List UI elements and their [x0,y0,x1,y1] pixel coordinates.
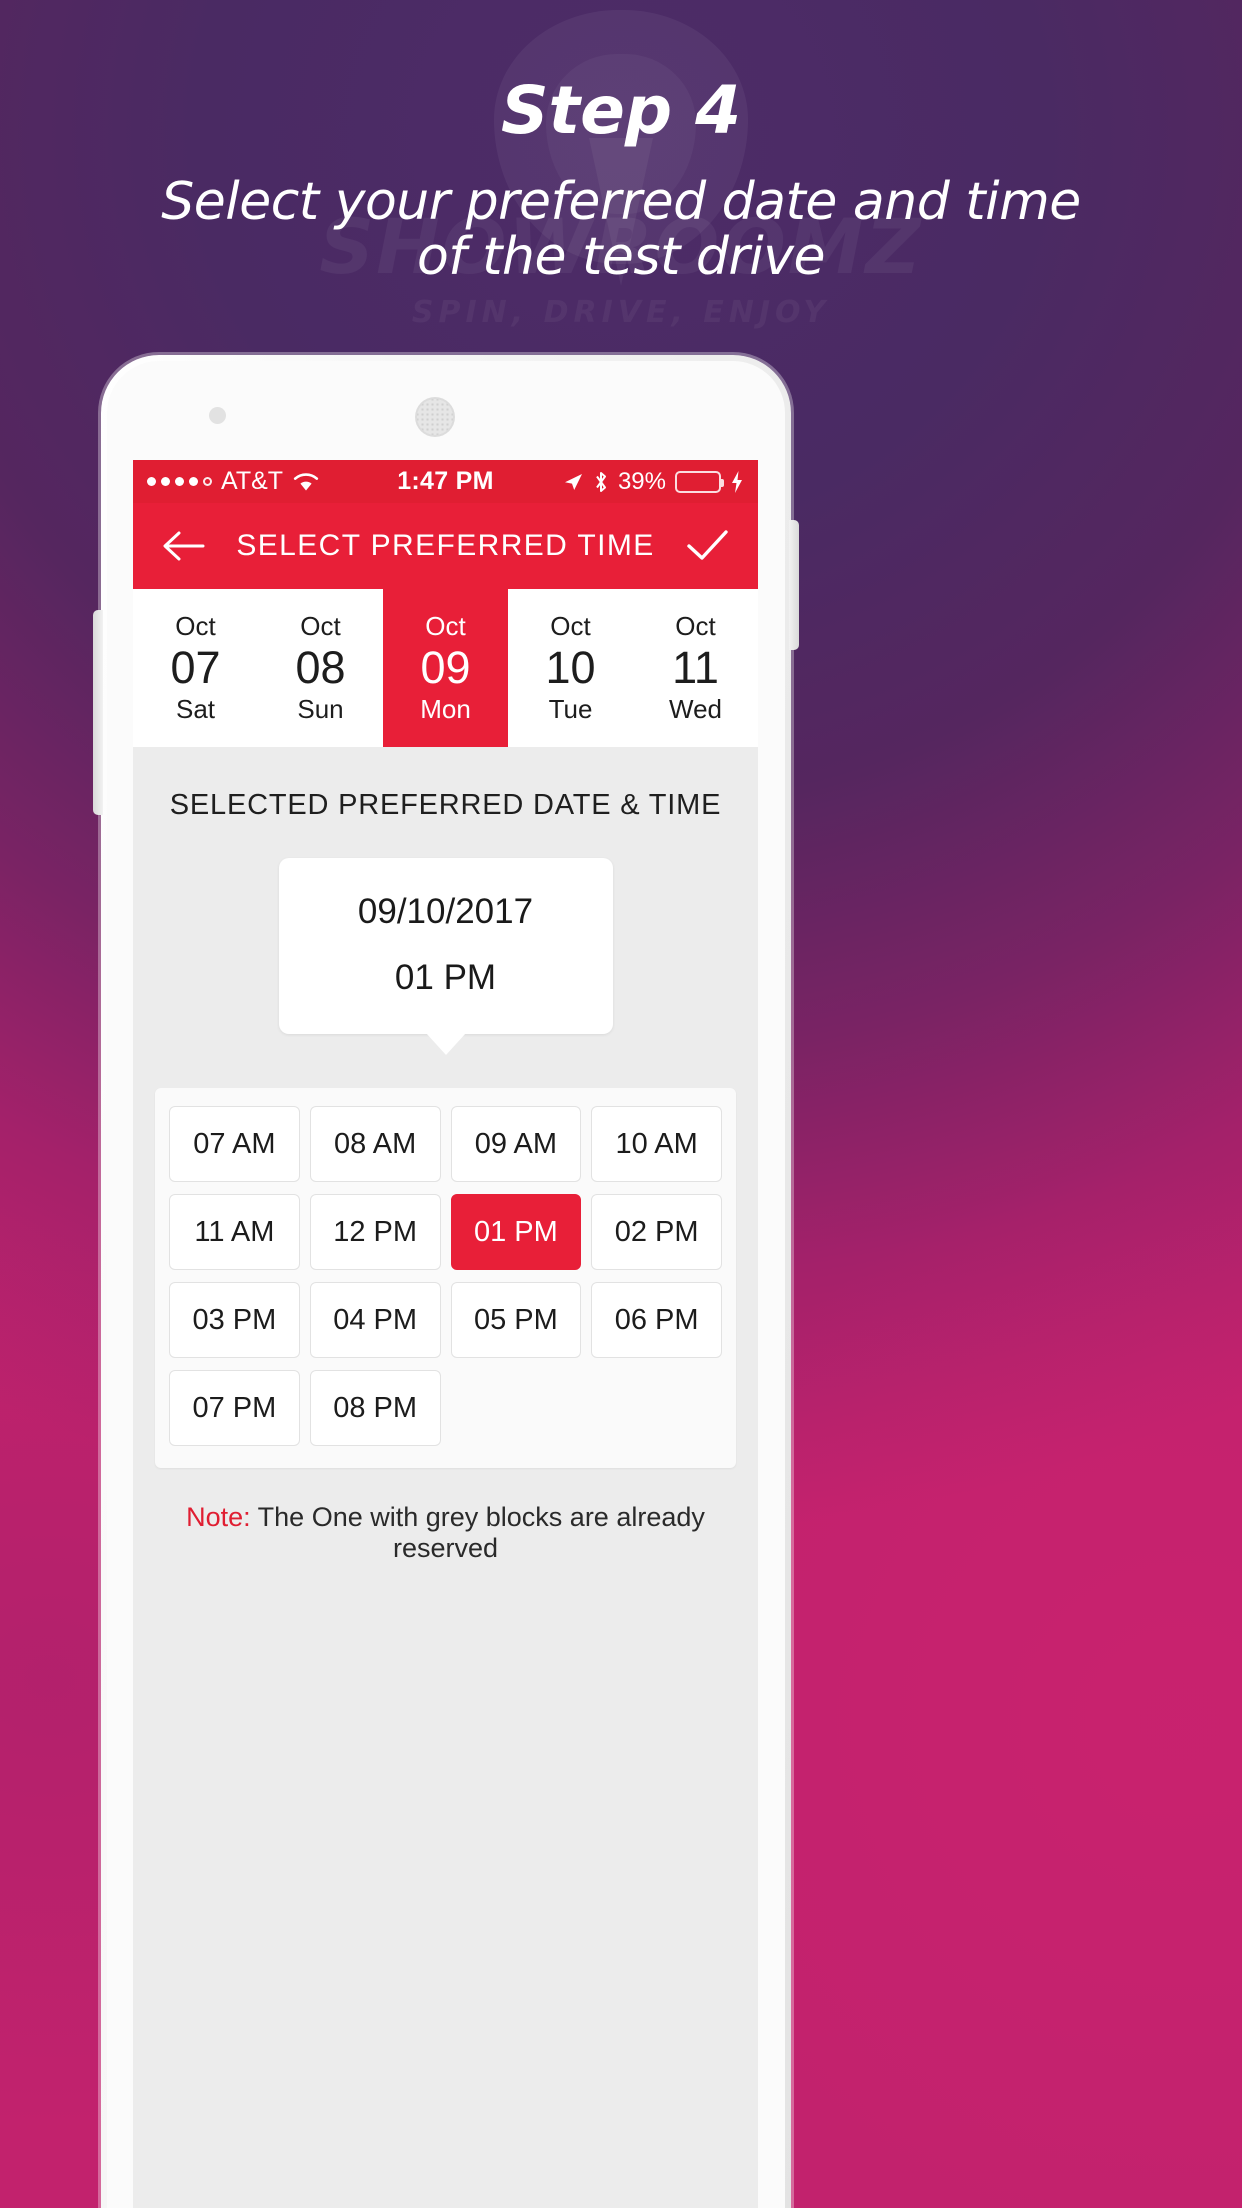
watermark-tagline-text: SPIN, DRIVE, ENJOY [411,295,831,330]
bubble-tail [425,1033,466,1055]
time-slot[interactable]: 07 AM [169,1106,300,1182]
footer-note-text: The One with grey blocks are already res… [250,1502,705,1563]
selection-heading: SELECTED PREFERRED DATE & TIME [169,789,722,821]
date-cell-month: Oct [175,611,216,642]
status-bar-left: AT&T [147,467,397,496]
date-strip[interactable]: Oct 07 Sat Oct 08 Sun Oct 09 Mon Oct 10 Tue Oct 11 Wed [133,589,758,747]
footer-note-label: Note: [186,1502,251,1532]
page-subtitle-line-1: Select your preferred date and time [161,172,1081,232]
charging-bolt-icon [732,470,742,493]
date-cell[interactable]: Oct 09 Mon [383,589,508,747]
time-slot[interactable]: 10 AM [591,1106,722,1182]
phone-screen: AT&T 1:47 PM 39% SELECT PREFERRED TIME O… [133,460,758,2208]
date-cell-month: Oct [675,611,716,642]
time-slot[interactable]: 08 PM [309,1370,441,1446]
date-cell-day: 08 [295,642,346,694]
date-cell[interactable]: Oct 07 Sat [133,589,258,747]
page-subtitle-line-2: of the test drive [416,227,826,288]
date-cell-day: 07 [170,642,221,694]
selected-datetime-bubble: 09/10/2017 01 PM [278,858,613,1055]
volume-button[interactable] [93,610,103,815]
date-cell-month: Oct [300,611,341,642]
date-cell-day: 11 [672,642,719,694]
date-cell[interactable]: Oct 11 Wed [633,589,758,747]
location-arrow-icon [564,473,582,490]
date-cell-day: 10 [545,642,596,694]
time-slots-grid[interactable]: 07 AM 08 AM 09 AM 10 AM 11 AM 12 PM 01 PM 02 PM… [169,1106,722,1446]
date-cell-month: Oct [550,611,591,642]
bluetooth-icon [596,471,606,492]
battery-percent-label: 39% [617,467,666,495]
wifi-icon [293,472,319,490]
time-slot[interactable]: 06 PM [591,1282,722,1358]
page-subtitle: Select your preferred date and time of t… [0,172,1242,288]
screen-content: SELECTED PREFERRED DATE & TIME 09/10/201… [133,747,758,2208]
time-slot[interactable]: 09 AM [450,1106,582,1182]
app-bar-title: SELECT PREFERRED TIME [236,529,655,562]
battery-icon [675,470,724,493]
proximity-sensor-icon [209,407,226,424]
earpiece-speaker-icon [415,397,455,437]
selected-time-value: 01 PM [394,958,497,997]
clock-label: 1:47 PM [397,467,494,495]
date-cell[interactable]: Oct 08 Sun [258,589,383,747]
arrow-left-icon[interactable] [161,526,207,566]
app-bar: SELECT PREFERRED TIME [133,503,758,589]
date-cell-weekday: Mon [420,693,471,724]
selected-date-value: 09/10/2017 [357,892,534,931]
promo-background: SHOWROOMZ SPIN, DRIVE, ENJOY Step 4 Sele… [0,0,1242,2208]
signal-strength-icon [147,477,212,486]
date-cell-weekday: Sat [175,693,216,724]
check-icon[interactable] [684,526,730,566]
carrier-label: AT&T [221,467,284,495]
date-cell-month: Oct [425,611,466,642]
time-slot[interactable]: 02 PM [591,1194,722,1270]
date-cell-weekday: Sun [297,693,344,724]
time-slot[interactable]: 01 PM [450,1194,582,1270]
phone-mockup: AT&T 1:47 PM 39% SELECT PREFERRED TIME O… [93,355,799,2208]
time-slot[interactable]: 12 PM [309,1194,441,1270]
time-slot[interactable]: 04 PM [309,1282,441,1358]
date-cell-weekday: Tue [548,693,593,724]
footer-note: Note: The One with grey blocks are alrea… [133,1502,758,1564]
time-slot[interactable]: 11 AM [169,1194,300,1270]
time-slot[interactable]: 03 PM [169,1282,300,1358]
time-slot[interactable]: 08 AM [309,1106,441,1182]
date-cell-weekday: Wed [669,693,722,724]
power-button[interactable] [789,520,799,650]
status-bar-right: 39% [494,468,744,496]
status-bar: AT&T 1:47 PM 39% [133,460,758,503]
time-slot[interactable]: 07 PM [169,1370,300,1446]
time-slot[interactable]: 05 PM [450,1282,582,1358]
date-cell-day: 09 [420,642,471,694]
date-cell[interactable]: Oct 10 Tue [508,589,633,747]
time-slots-card: 07 AM 08 AM 09 AM 10 AM 11 AM 12 PM 01 PM 02 PM… [155,1088,736,1468]
page-title: Step 4 [501,72,741,149]
